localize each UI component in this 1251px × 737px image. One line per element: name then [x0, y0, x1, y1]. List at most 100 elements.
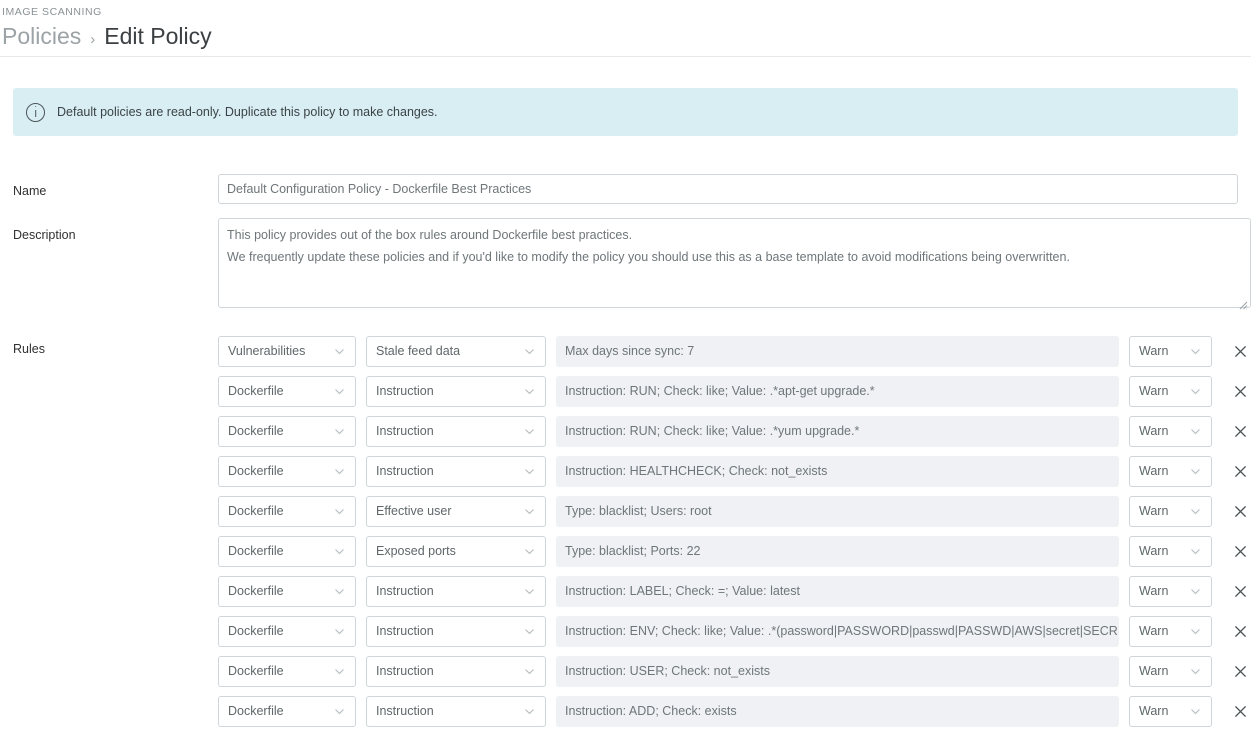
rule-gate-select[interactable]: Dockerfile [218, 656, 356, 687]
rule-row: Dockerfile Instruction Instruction: RUN; C… [218, 411, 1251, 451]
chevron-down-icon [523, 425, 536, 438]
rule-row: Dockerfile Instruction Instruction: USER; … [218, 651, 1251, 691]
remove-rule-button[interactable] [1229, 460, 1251, 482]
rule-action-select[interactable]: Warn [1129, 496, 1212, 527]
rule-gate-select[interactable]: Dockerfile [218, 496, 356, 527]
section-eyebrow: IMAGE SCANNING [0, 6, 1251, 19]
rule-action-select[interactable]: Warn [1129, 536, 1212, 567]
page-header: IMAGE SCANNING Policies › Edit Policy [0, 0, 1251, 57]
rule-action-select[interactable]: Warn [1129, 336, 1212, 367]
chevron-down-icon [523, 625, 536, 638]
description-label: Description [13, 218, 218, 243]
chevron-down-icon [523, 585, 536, 598]
rule-trigger-value: Instruction [376, 704, 518, 718]
rule-parameters-field[interactable]: Instruction: LABEL; Check: =; Value: lat… [556, 576, 1119, 607]
rule-gate-select[interactable]: Dockerfile [218, 576, 356, 607]
chevron-down-icon [333, 505, 346, 518]
close-icon [1233, 704, 1248, 719]
rule-gate-select[interactable]: Dockerfile [218, 376, 356, 407]
rule-action-select[interactable]: Warn [1129, 656, 1212, 687]
chevron-down-icon [1189, 385, 1202, 398]
remove-rule-button[interactable] [1229, 340, 1251, 362]
rule-trigger-select[interactable]: Stale feed data [366, 336, 546, 367]
policy-description-textarea[interactable]: This policy provides out of the box rule… [218, 218, 1251, 308]
rule-gate-value: Dockerfile [228, 424, 328, 438]
rule-parameters-field[interactable]: Instruction: ADD; Check: exists [556, 696, 1119, 727]
rule-parameters-field[interactable]: Max days since sync: 7 [556, 336, 1119, 367]
rule-trigger-select[interactable]: Instruction [366, 616, 546, 647]
rule-row: Vulnerabilities Stale feed data Max days s… [218, 331, 1251, 371]
rule-trigger-select[interactable]: Instruction [366, 416, 546, 447]
chevron-down-icon [1189, 625, 1202, 638]
remove-rule-button[interactable] [1229, 580, 1251, 602]
rule-action-value: Warn [1139, 504, 1184, 518]
rule-action-select[interactable]: Warn [1129, 416, 1212, 447]
chevron-down-icon [523, 665, 536, 678]
rule-trigger-select[interactable]: Instruction [366, 576, 546, 607]
remove-rule-button[interactable] [1229, 620, 1251, 642]
rule-parameters-field[interactable]: Instruction: RUN; Check: like; Value: .*… [556, 416, 1119, 447]
rule-trigger-select[interactable]: Instruction [366, 656, 546, 687]
name-label: Name [13, 174, 218, 199]
rule-parameters-field[interactable]: Instruction: USER; Check: not_exists [556, 656, 1119, 687]
chevron-down-icon [1189, 425, 1202, 438]
remove-rule-button[interactable] [1229, 700, 1251, 722]
rule-gate-select[interactable]: Dockerfile [218, 536, 356, 567]
close-icon [1233, 464, 1248, 479]
remove-rule-button[interactable] [1229, 540, 1251, 562]
rule-action-select[interactable]: Warn [1129, 576, 1212, 607]
breadcrumb-link-policies[interactable]: Policies [2, 21, 81, 51]
rule-action-select[interactable]: Warn [1129, 696, 1212, 727]
close-icon [1233, 584, 1248, 599]
chevron-down-icon [1189, 345, 1202, 358]
rule-gate-select[interactable]: Dockerfile [218, 616, 356, 647]
rule-trigger-select[interactable]: Instruction [366, 376, 546, 407]
rule-action-select[interactable]: Warn [1129, 376, 1212, 407]
rule-gate-value: Dockerfile [228, 624, 328, 638]
rule-trigger-select[interactable]: Instruction [366, 696, 546, 727]
rule-action-value: Warn [1139, 384, 1184, 398]
rule-trigger-select[interactable]: Instruction [366, 456, 546, 487]
rule-action-value: Warn [1139, 664, 1184, 678]
remove-rule-button[interactable] [1229, 380, 1251, 402]
chevron-down-icon [523, 705, 536, 718]
remove-rule-button[interactable] [1229, 500, 1251, 522]
rule-parameters-field[interactable]: Type: blacklist; Users: root [556, 496, 1119, 527]
chevron-down-icon [333, 465, 346, 478]
rule-action-value: Warn [1139, 704, 1184, 718]
alert-message: Default policies are read-only. Duplicat… [57, 104, 438, 120]
rules-label: Rules [13, 331, 218, 357]
rule-gate-select[interactable]: Dockerfile [218, 416, 356, 447]
chevron-down-icon [1189, 585, 1202, 598]
rule-trigger-value: Instruction [376, 624, 518, 638]
rule-gate-value: Dockerfile [228, 464, 328, 478]
rule-action-value: Warn [1139, 584, 1184, 598]
rule-gate-value: Dockerfile [228, 584, 328, 598]
rule-parameters-field[interactable]: Type: blacklist; Ports: 22 [556, 536, 1119, 567]
remove-rule-button[interactable] [1229, 660, 1251, 682]
chevron-down-icon [1189, 665, 1202, 678]
rule-gate-select[interactable]: Dockerfile [218, 696, 356, 727]
rule-row: Dockerfile Instruction Instruction: RUN; C… [218, 371, 1251, 411]
rule-row: Dockerfile Instruction Instruction: ADD; C… [218, 691, 1251, 731]
rule-parameters-field[interactable]: Instruction: ENV; Check: like; Value: .*… [556, 616, 1119, 647]
policy-name-input[interactable] [218, 174, 1238, 204]
rule-trigger-value: Instruction [376, 464, 518, 478]
rule-row: Dockerfile Effective user Type: blacklist;… [218, 491, 1251, 531]
rule-action-select[interactable]: Warn [1129, 616, 1212, 647]
rule-parameters-field[interactable]: Instruction: HEALTHCHECK; Check: not_exi… [556, 456, 1119, 487]
name-field-row: Name [13, 174, 1238, 204]
rule-gate-select[interactable]: Dockerfile [218, 456, 356, 487]
rule-parameters-field[interactable]: Instruction: RUN; Check: like; Value: .*… [556, 376, 1119, 407]
rule-gate-value: Dockerfile [228, 384, 328, 398]
rule-action-value: Warn [1139, 624, 1184, 638]
close-icon [1233, 384, 1248, 399]
rule-gate-select[interactable]: Vulnerabilities [218, 336, 356, 367]
rule-trigger-select[interactable]: Exposed ports [366, 536, 546, 567]
rule-action-value: Warn [1139, 424, 1184, 438]
rule-action-select[interactable]: Warn [1129, 456, 1212, 487]
rule-action-value: Warn [1139, 344, 1184, 358]
remove-rule-button[interactable] [1229, 420, 1251, 442]
chevron-down-icon [523, 385, 536, 398]
rule-trigger-select[interactable]: Effective user [366, 496, 546, 527]
